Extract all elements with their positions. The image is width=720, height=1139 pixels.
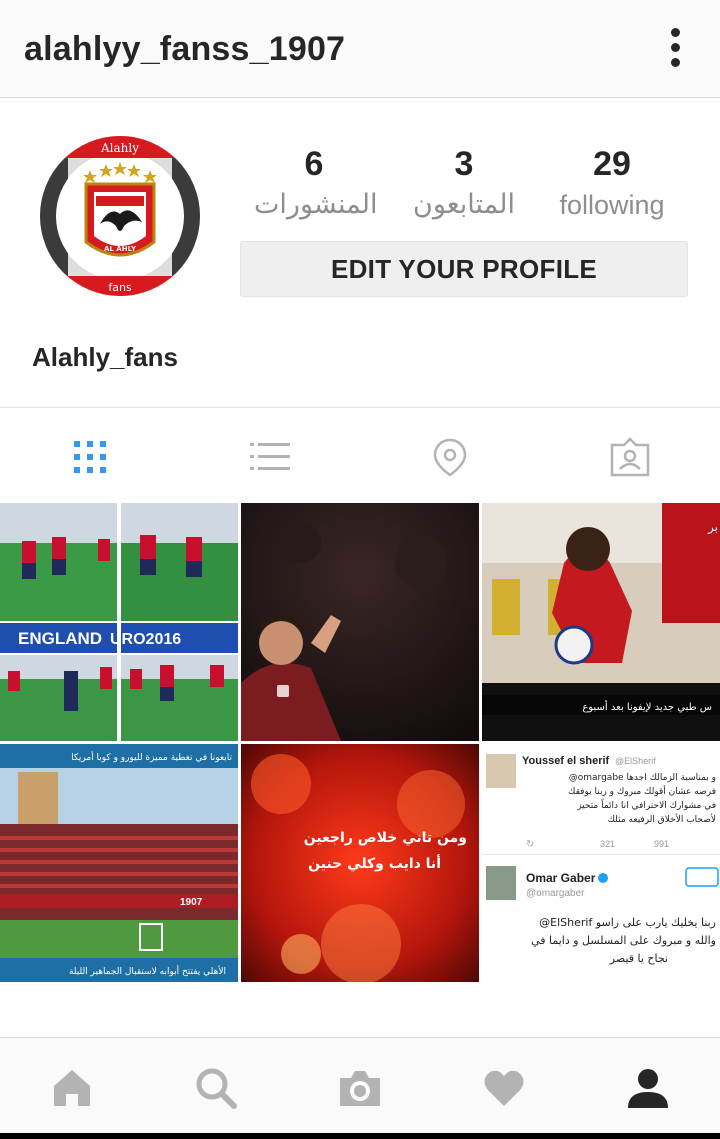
more-vertical-icon[interactable]: [668, 28, 682, 70]
post-thumbnail-6[interactable]: Youssef el sherif @ElSherif @omargabe و …: [482, 744, 720, 982]
tab-grid[interactable]: [70, 437, 110, 477]
following-count-value: 29: [593, 145, 631, 183]
post4-stand-text: 1907: [180, 897, 203, 908]
nav-camera[interactable]: [338, 1066, 382, 1110]
tweet1-line-1: @omargabe و بمناسبة الزمالك اجدها: [569, 773, 716, 783]
profile-display-name: Alahly_fans: [32, 342, 178, 372]
post-thumbnail-4[interactable]: تابعونا في تغطية مميزة لليورو و كوبا أمر…: [0, 744, 238, 982]
post5-line-1: ومن تاني خلاص راجعين: [304, 830, 467, 846]
tweet2-line-2: والله و مبروك على المسلسل و دايما في: [531, 934, 716, 947]
screen-bottom-edge: [0, 1133, 720, 1139]
post-thumbnail-2[interactable]: [241, 503, 479, 741]
logo-name-text: AL AHLY: [104, 245, 137, 253]
followers-count-value: 3: [454, 145, 474, 183]
search-icon: [196, 1068, 237, 1109]
tweet1-line-4: لأصحاب الأخلاق الرفيعه مثلك: [608, 813, 716, 825]
post5-line-2: أنا دايب وكلي حنين: [308, 854, 441, 872]
post-thumbnail-3[interactable]: س طبي جديد لإيفونا بعد أسبوع بر: [482, 503, 720, 741]
nav-home[interactable]: [50, 1066, 94, 1110]
followers-count[interactable]: 3 المتابعون: [404, 144, 524, 224]
edit-profile-button[interactable]: EDIT YOUR PROFILE: [240, 241, 688, 297]
heart-icon: [484, 1070, 524, 1106]
tweet1-likes: 991: [654, 839, 669, 849]
profile-username-title: alahlyy_fanss_1907: [24, 30, 346, 68]
post3-corner-text: بر: [707, 520, 718, 535]
tab-tagged[interactable]: [610, 437, 650, 477]
grid-icon: [74, 441, 106, 473]
tweet1-name: Youssef el sherif: [522, 755, 610, 767]
tweet1-line-2: فرصه عشان أقولك مبروك و ربنا يوفقك: [568, 785, 716, 797]
camera-icon: [340, 1071, 380, 1106]
posts-grid: ENGLAND URO2016 س طبي جديد لإيفونا بعد أ…: [0, 503, 720, 983]
tweet2-line-1: @ElSherif ربنا يخليك يارب على راسو: [539, 916, 716, 929]
nav-search[interactable]: [194, 1066, 238, 1110]
tweet2-name: Omar Gaber: [526, 871, 596, 885]
post-thumbnail-5[interactable]: ومن تاني خلاص راجعين أنا دايب وكلي حنين: [241, 744, 479, 982]
post3-caption: س طبي جديد لإيفونا بعد أسبوع: [582, 700, 712, 713]
top-bar: alahlyy_fanss_1907: [0, 0, 720, 98]
follow-button-icon: [685, 867, 719, 887]
nav-activity[interactable]: [482, 1066, 526, 1110]
logo-bottom-text: fans: [108, 281, 132, 294]
post4-top-caption: تابعونا في تغطية مميزة لليورو و كوبا أمر…: [71, 751, 232, 763]
profile-icon: [628, 1069, 668, 1108]
profile-header: Alahly fans AL AHLY 6 المنشورات 3 المتاب…: [0, 98, 720, 408]
nav-profile[interactable]: [626, 1066, 670, 1110]
home-icon: [54, 1070, 90, 1106]
avatar[interactable]: Alahly fans AL AHLY: [40, 136, 200, 296]
tab-location[interactable]: [430, 437, 470, 477]
tweet2-line-3: نجاح يا قيصر: [609, 952, 668, 965]
following-count[interactable]: 29 following: [544, 144, 680, 224]
post4-bottom-caption: الأهلي يفتتح أبوابه لاستقبال الجماهير ال…: [69, 965, 226, 977]
tweet2-handle: @omargaber: [526, 888, 585, 899]
bottom-navigation: [0, 1037, 720, 1139]
profile-view-tabs: [0, 409, 720, 503]
post-thumbnail-1[interactable]: ENGLAND URO2016: [0, 503, 238, 741]
logo-top-text: Alahly: [100, 141, 139, 155]
list-icon: [250, 443, 290, 470]
posts-count-label: المنشورات: [254, 189, 378, 220]
location-pin-icon: [433, 438, 467, 477]
following-count-label: following: [559, 190, 665, 220]
posts-count-value: 6: [304, 145, 324, 183]
tweet1-handle: @ElSherif: [615, 756, 656, 766]
post1-banner-text: ENGLAND: [18, 629, 102, 648]
al-ahly-logo: Alahly fans AL AHLY: [40, 136, 200, 296]
verified-badge-icon: [598, 873, 608, 883]
tweet1-retweets: 321: [600, 839, 615, 849]
retweet-icon: ↻: [526, 839, 534, 850]
posts-count[interactable]: 6 المنشورات: [254, 144, 378, 224]
followers-count-label: المتابعون: [412, 189, 516, 220]
tab-list[interactable]: [250, 437, 290, 477]
tagged-person-icon: [610, 437, 650, 477]
